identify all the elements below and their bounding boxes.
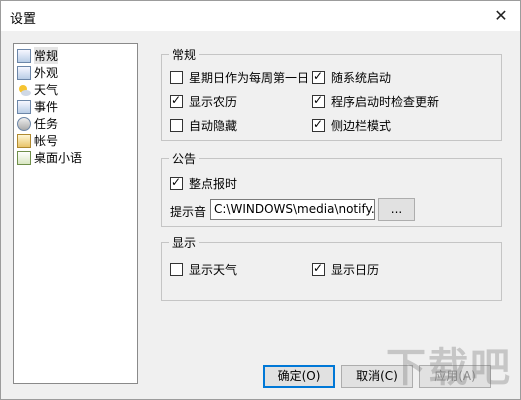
general-icon xyxy=(17,48,31,63)
tree-item-label: 帐号 xyxy=(34,134,59,148)
check-update-checkbox[interactable]: 程序启动时检查更新 xyxy=(312,93,439,109)
sound-path-field[interactable]: C:\WINDOWS\media\notify.wa xyxy=(210,199,375,220)
tree-item-label: 外观 xyxy=(34,66,59,80)
show-weather-checkbox[interactable]: 显示天气 xyxy=(170,261,237,277)
announcement-legend: 公告 xyxy=(169,150,200,167)
display-group: 显示 显示天气 显示日历 xyxy=(161,234,502,301)
checkbox-label: 显示农历 xyxy=(189,94,238,109)
display-legend: 显示 xyxy=(169,234,200,251)
checkbox-label: 显示日历 xyxy=(331,262,380,277)
window-title: 设置 xyxy=(10,12,37,27)
checkbox-box xyxy=(312,93,325,108)
checkbox-box xyxy=(170,118,183,132)
announcement-group: 公告 整点报时 提示音 C:\WINDOWS\media\notify.wa .… xyxy=(161,150,502,227)
title-bar[interactable]: 设置 ✕ xyxy=(1,1,520,31)
week-start-sunday-checkbox[interactable]: 星期日作为每周第一日 xyxy=(170,69,309,85)
checkbox-box xyxy=(312,117,325,132)
checkbox-label: 程序启动时检查更新 xyxy=(331,94,440,109)
ok-button[interactable]: 确定(O) xyxy=(263,365,335,388)
tree-item-label: 任务 xyxy=(34,117,59,131)
checkbox-box xyxy=(170,93,183,108)
category-tree[interactable]: 常规 外观 天气 事件 任务 帐号 桌面小语 xyxy=(13,43,138,384)
checkbox-box xyxy=(170,262,183,276)
tree-item-weather[interactable]: 天气 xyxy=(17,81,58,98)
tree-item-label: 桌面小语 xyxy=(34,151,83,165)
show-lunar-checkbox[interactable]: 显示农历 xyxy=(170,93,237,109)
checkbox-label: 星期日作为每周第一日 xyxy=(189,70,310,85)
appearance-icon xyxy=(17,65,31,80)
general-legend: 常规 xyxy=(169,46,200,63)
checkbox-label: 整点报时 xyxy=(189,176,238,191)
tree-item-appearance[interactable]: 外观 xyxy=(17,64,58,81)
checkbox-box xyxy=(312,261,325,276)
desktop-quote-icon xyxy=(17,150,31,165)
checkbox-label: 侧边栏模式 xyxy=(331,118,392,133)
tree-item-label: 天气 xyxy=(34,83,59,97)
apply-button[interactable]: 应用(A) xyxy=(419,365,491,388)
general-group: 常规 星期日作为每周第一日 随系统启动 显示农历 程序启动时检查更新 自动隐藏 … xyxy=(161,46,502,141)
checkbox-box xyxy=(170,175,183,190)
tree-item-desktop-quote[interactable]: 桌面小语 xyxy=(17,149,82,166)
sidebar-mode-checkbox[interactable]: 侧边栏模式 xyxy=(312,117,391,133)
close-button[interactable]: ✕ xyxy=(488,4,514,28)
checkbox-label: 自动隐藏 xyxy=(189,118,238,133)
sound-label: 提示音 xyxy=(170,205,207,219)
tree-item-account[interactable]: 帐号 xyxy=(17,132,58,149)
cancel-button[interactable]: 取消(C) xyxy=(341,365,413,388)
checkbox-box xyxy=(312,69,325,84)
auto-hide-checkbox[interactable]: 自动隐藏 xyxy=(170,117,237,133)
tree-item-task[interactable]: 任务 xyxy=(17,115,58,132)
tree-item-label: 事件 xyxy=(34,100,59,114)
weather-icon xyxy=(17,83,31,97)
settings-dialog: 设置 ✕ 常规 外观 天气 事件 任务 帐号 桌面小语 常规 星期日作为每周第一… xyxy=(0,0,521,400)
show-calendar-checkbox[interactable]: 显示日历 xyxy=(312,261,379,277)
start-with-system-checkbox[interactable]: 随系统启动 xyxy=(312,69,391,85)
task-icon xyxy=(17,116,31,131)
tree-item-label: 常规 xyxy=(34,47,59,64)
checkbox-label: 随系统启动 xyxy=(331,70,392,85)
checkbox-box xyxy=(170,70,183,84)
tree-item-general[interactable]: 常规 xyxy=(17,47,59,64)
event-icon xyxy=(17,99,31,114)
browse-button[interactable]: ... xyxy=(378,198,415,221)
account-icon xyxy=(17,133,31,148)
checkbox-label: 显示天气 xyxy=(189,262,238,277)
tree-item-event[interactable]: 事件 xyxy=(17,98,58,115)
hourly-chime-checkbox[interactable]: 整点报时 xyxy=(170,175,237,191)
